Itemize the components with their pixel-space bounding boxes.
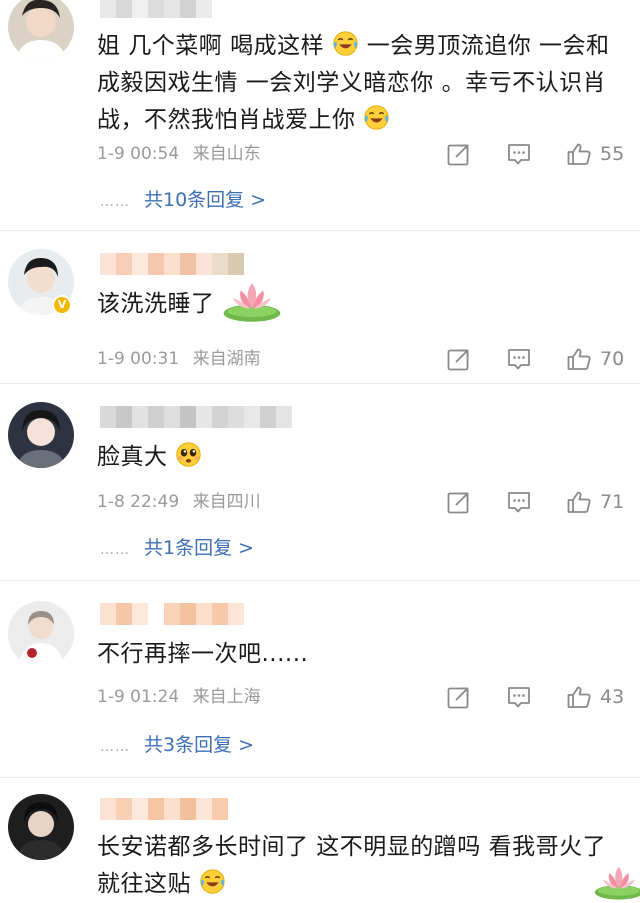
like-count: 55 — [600, 143, 625, 165]
comment-location: 来自山东 — [192, 144, 261, 164]
comment-text: 姐 几个菜啊 喝成这样 一会男顶流追你 一会和成毅因戏生情 一会刘学义暗恋你 。… — [97, 28, 626, 139]
comment-text: 不行再摔一次吧...... — [97, 636, 626, 673]
thumbs-up-icon[interactable] — [566, 141, 592, 167]
comment-text-part: 脸真大 — [97, 444, 168, 470]
view-replies-link[interactable]: …… 共10条回复 > — [100, 186, 266, 214]
comment-item: 长安诺都多长时间了 这不明显的蹭吗 看我哥火了 就往这贴 — [0, 778, 640, 897]
comment-icon[interactable] — [506, 684, 532, 710]
laugh-cry-emoji — [363, 104, 390, 131]
comment-meta: 1-9 01:24 来自上海 — [97, 685, 269, 709]
comment-time: 1-9 00:31 — [97, 349, 180, 369]
like-count: 43 — [600, 686, 625, 708]
avatar[interactable] — [8, 601, 74, 667]
laugh-cry-emoji — [199, 868, 226, 895]
thumbs-up-icon[interactable] — [566, 684, 592, 710]
replies-label: 共10条回复 > — [144, 189, 267, 211]
username-mosaic[interactable] — [100, 798, 228, 820]
replies-label: 共3条回复 > — [144, 734, 255, 756]
comment-time: 1-9 01:24 — [97, 687, 180, 707]
comment-meta: 1-8 22:49 来自四川 — [97, 490, 269, 514]
like-count: 70 — [600, 348, 625, 370]
username-mosaic[interactable] — [100, 0, 212, 18]
comment-text-part: 不行再摔一次吧...... — [97, 641, 309, 667]
view-replies-link[interactable]: …… 共1条回复 > — [100, 534, 254, 562]
like-count: 71 — [600, 491, 625, 513]
comment-item: 脸真大 1-8 22:49 来自四川 71 …… 共1条回复 > — [0, 384, 640, 581]
comment-text-part: 姐 几个菜啊 喝成这样 — [97, 33, 325, 59]
comment-text: 脸真大 — [97, 439, 626, 476]
replies-dots: …… — [100, 739, 130, 755]
comment-meta: 1-9 00:31 来自湖南 — [97, 347, 269, 371]
comment-item: 姐 几个菜啊 喝成这样 一会男顶流追你 一会和成毅因戏生情 一会刘学义暗恋你 。… — [0, 0, 640, 231]
thumbs-up-icon[interactable] — [566, 489, 592, 515]
comment-text-part: 长安诺都多长时间了 这不明显的蹭吗 看我哥火了 就往这贴 — [97, 834, 607, 897]
comment-text: 长安诺都多长时间了 这不明显的蹭吗 看我哥火了 就往这贴 — [97, 829, 626, 903]
share-icon[interactable] — [446, 141, 472, 167]
replies-label: 共1条回复 > — [144, 537, 255, 559]
avatar[interactable] — [8, 402, 74, 468]
thumbs-up-icon[interactable] — [566, 346, 592, 372]
username-mosaic[interactable] — [100, 253, 244, 275]
share-icon[interactable] — [446, 346, 472, 372]
comment-meta: 1-9 00:54 来自山东 — [97, 142, 269, 166]
replies-dots: …… — [100, 194, 130, 210]
comment-actions: 71 — [446, 487, 628, 517]
comment-actions: 70 — [446, 344, 628, 374]
verified-badge: V — [52, 295, 72, 315]
avatar[interactable] — [8, 794, 74, 860]
comment-location: 来自上海 — [192, 687, 261, 707]
comment-actions: 55 — [446, 139, 628, 169]
comment-icon[interactable] — [506, 346, 532, 372]
share-icon[interactable] — [446, 489, 472, 515]
comment-location: 来自四川 — [192, 492, 261, 512]
replies-dots: …… — [100, 542, 130, 558]
comment-time: 1-8 22:49 — [97, 492, 180, 512]
comment-item: V 该洗洗睡了 1-9 00:31 来自湖南 70 — [0, 231, 640, 384]
comment-icon[interactable] — [506, 141, 532, 167]
comment-time: 1-9 00:54 — [97, 144, 180, 164]
comment-text: 该洗洗睡了 — [97, 286, 626, 323]
comment-item: 不行再摔一次吧...... 1-9 01:24 来自上海 43 …… 共3条回复 … — [0, 581, 640, 778]
username-mosaic[interactable] — [100, 406, 292, 428]
comment-location: 来自湖南 — [192, 349, 261, 369]
avatar[interactable] — [8, 0, 74, 60]
pleading-emoji — [175, 441, 202, 468]
lotus-sticker — [590, 862, 640, 902]
laugh-cry-emoji — [332, 30, 359, 57]
view-replies-link[interactable]: …… 共3条回复 > — [100, 731, 254, 759]
lotus-sticker — [218, 277, 284, 325]
comment-actions: 43 — [446, 682, 628, 712]
username-mosaic[interactable] — [100, 603, 244, 625]
share-icon[interactable] — [446, 684, 472, 710]
comment-icon[interactable] — [506, 489, 532, 515]
comment-text-part: 该洗洗睡了 — [97, 291, 215, 317]
